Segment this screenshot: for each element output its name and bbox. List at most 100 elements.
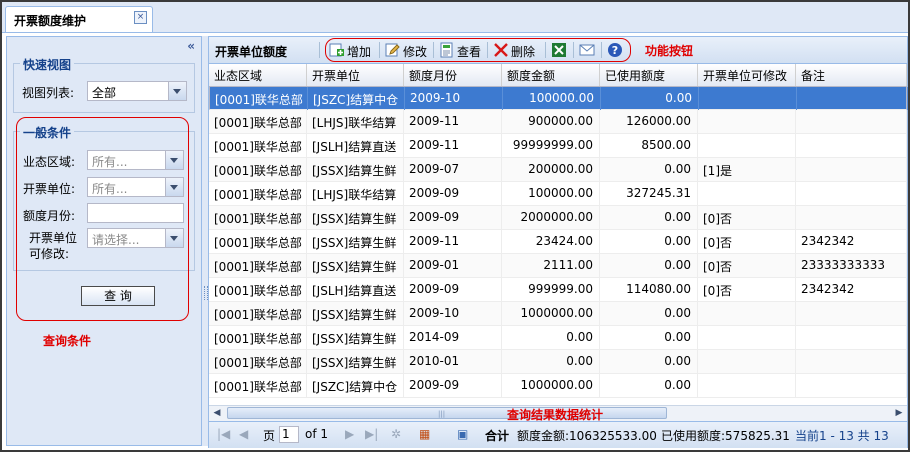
table-cell: [JSLH]结算直送 [307, 134, 404, 157]
collapse-left-icon[interactable]: « [187, 39, 195, 53]
table-row[interactable]: [0001]联华总部 [JSSX]结算生鲜 2009-10 1000000.00 0.0… [209, 302, 907, 326]
column-header[interactable]: 已使用额度 [600, 64, 698, 86]
table-cell [698, 182, 796, 205]
of-label: of 1 [305, 427, 329, 441]
table-cell: 2009-09 [404, 206, 502, 229]
table-row[interactable]: [0001]联华总部 [JSSX]结算生鲜 2009-01 2111.00 0.00 [0… [209, 254, 907, 278]
table-cell: [JSSX]结算生鲜 [307, 326, 404, 349]
table-cell: [0]否 [698, 230, 796, 253]
column-header[interactable]: 业态区域 [209, 64, 307, 86]
table-row[interactable]: [0001]联华总部 [JSSX]结算生鲜 2009-11 23424.00 0.00[… [209, 230, 907, 254]
table-cell: 0.00 [600, 374, 698, 397]
table-cell: 2009-09 [404, 182, 502, 205]
view-list-label: 视图列表: [22, 86, 75, 100]
horizontal-scrollbar[interactable]: ◀ ||| 查询结果数据统计 ▶ [209, 405, 907, 422]
export-excel-button[interactable] [551, 41, 569, 59]
table-cell [796, 302, 907, 325]
column-header[interactable]: 开票单位可修改 [698, 64, 796, 86]
column-header[interactable]: 额度月份 [404, 64, 502, 86]
table-cell [797, 87, 908, 110]
print-icon[interactable]: ▣ [457, 427, 468, 441]
email-button[interactable] [579, 41, 597, 59]
table-cell: 1000000.00 [502, 302, 600, 325]
table-cell [698, 350, 796, 373]
page-input[interactable]: 1 [279, 426, 299, 443]
help-button[interactable]: ? [607, 41, 625, 59]
table-cell: 2010-01 [404, 350, 502, 373]
table-cell [796, 158, 907, 181]
chevron-down-icon[interactable] [165, 229, 183, 247]
table-cell: [0001]联华总部 [209, 110, 307, 133]
unit-select[interactable]: 所有... [87, 177, 184, 197]
quick-view-fieldset: 快速视图 视图列表: 全部 [13, 56, 195, 113]
refresh-icon[interactable]: ✲ [391, 427, 401, 441]
table-cell: 2014-09 [404, 326, 502, 349]
table-cell: [0001]联华总部 [209, 134, 307, 157]
table-cell: 2009-10 [405, 87, 503, 110]
delete-label: 删除 [511, 45, 536, 59]
modifiable-label-line1: 开票单位 [29, 231, 78, 245]
table-cell: [0001]联华总部 [209, 374, 307, 397]
scroll-right-icon[interactable]: ▶ [892, 407, 906, 420]
column-header[interactable]: 开票单位 [307, 64, 404, 86]
table-cell: 0.00 [600, 254, 698, 277]
scroll-left-icon[interactable]: ◀ [210, 407, 224, 420]
next-page-icon[interactable]: ▶ [345, 427, 354, 441]
table-cell: 900000.00 [502, 110, 600, 133]
tab-label: 开票额度维护 [14, 14, 87, 28]
table-cell: 0.00 [600, 206, 698, 229]
region-placeholder: 所有... [92, 155, 128, 169]
chevron-down-icon[interactable] [165, 178, 183, 196]
column-header[interactable]: 备注 [796, 64, 907, 86]
table-row[interactable]: [0001]联华总部 [JSSX]结算生鲜 2009-09 2000000.00 0.0… [209, 206, 907, 230]
modifiable-label-line2: 可修改: [29, 247, 70, 261]
table-cell: 23333333333 [796, 254, 907, 277]
query-button[interactable]: 查 询 [81, 286, 155, 306]
table-cell: [0001]联华总部 [209, 206, 307, 229]
table-row[interactable]: [0001]联华总部 [JSZC]结算中仓 2009-10 100000.00 0.00 [209, 86, 908, 110]
table-row[interactable]: [0001]联华总部 [JSLH]结算直送 2009-11 99999999.00 85… [209, 134, 907, 158]
add-icon [329, 43, 344, 57]
last-page-icon[interactable]: ▶| [365, 427, 378, 441]
table-cell: [JSZC]结算中仓 [307, 374, 404, 397]
table-cell: [LHJS]联华结算 [307, 110, 404, 133]
table-cell: [JSSX]结算生鲜 [307, 230, 404, 253]
grid-title: 开票单位额度 [215, 45, 288, 59]
tab-quota-maintenance[interactable]: 开票额度维护 × [5, 6, 153, 32]
tab-strip: 开票额度维护 × [2, 2, 908, 33]
table-cell: [LHJS]联华结算 [307, 182, 404, 205]
table-cell: 0.00 [600, 302, 698, 325]
table-row[interactable]: [0001]联华总部 [JSSX]结算生鲜 2014-09 0.00 0.00 [209, 326, 907, 350]
close-icon[interactable]: × [134, 11, 147, 24]
toolbar-separator [601, 42, 602, 58]
table-cell: 2009-09 [404, 374, 502, 397]
view-list-select[interactable]: 全部 [87, 81, 187, 101]
toolbar-separator [573, 42, 574, 58]
region-label: 业态区域: [23, 155, 76, 169]
table-row[interactable]: [0001]联华总部 [JSSX]结算生鲜 2009-07 200000.00 0.00… [209, 158, 907, 182]
table-row[interactable]: [0001]联华总部 [LHJS]联华结算 2009-09 100000.00 3272… [209, 182, 907, 206]
table-cell [796, 326, 907, 349]
view-list-value: 全部 [92, 86, 117, 100]
export-icon[interactable]: ▦ [419, 427, 430, 441]
table-cell: 2000000.00 [502, 206, 600, 229]
region-select[interactable]: 所有... [87, 150, 184, 170]
table-cell: 999999.00 [502, 278, 600, 301]
toolbar-separator [379, 42, 380, 58]
unit-label: 开票单位: [23, 182, 76, 196]
table-cell [796, 374, 907, 397]
view-label: 查看 [457, 45, 482, 59]
chevron-down-icon[interactable] [168, 82, 186, 100]
table-cell: [0001]联华总部 [209, 326, 307, 349]
table-row[interactable]: [0001]联华总部 [JSSX]结算生鲜 2010-01 0.00 0.00 [209, 350, 907, 374]
month-input[interactable] [87, 203, 184, 223]
column-header[interactable]: 额度金额 [502, 64, 600, 86]
table-row[interactable]: [0001]联华总部 [JSLH]结算直送 2009-09 999999.00 1140… [209, 278, 907, 302]
modifiable-select[interactable]: 请选择... [87, 228, 184, 248]
table-cell: [JSZC]结算中仓 [308, 87, 405, 110]
prev-page-icon[interactable]: ◀ [239, 427, 248, 441]
table-row[interactable]: [0001]联华总部 [JSZC]结算中仓 2009-09 1000000.00 0.0… [209, 374, 907, 398]
first-page-icon[interactable]: |◀ [217, 427, 230, 441]
table-row[interactable]: [0001]联华总部 [LHJS]联华结算 2009-11 900000.00 1260… [209, 110, 907, 134]
chevron-down-icon[interactable] [165, 151, 183, 169]
